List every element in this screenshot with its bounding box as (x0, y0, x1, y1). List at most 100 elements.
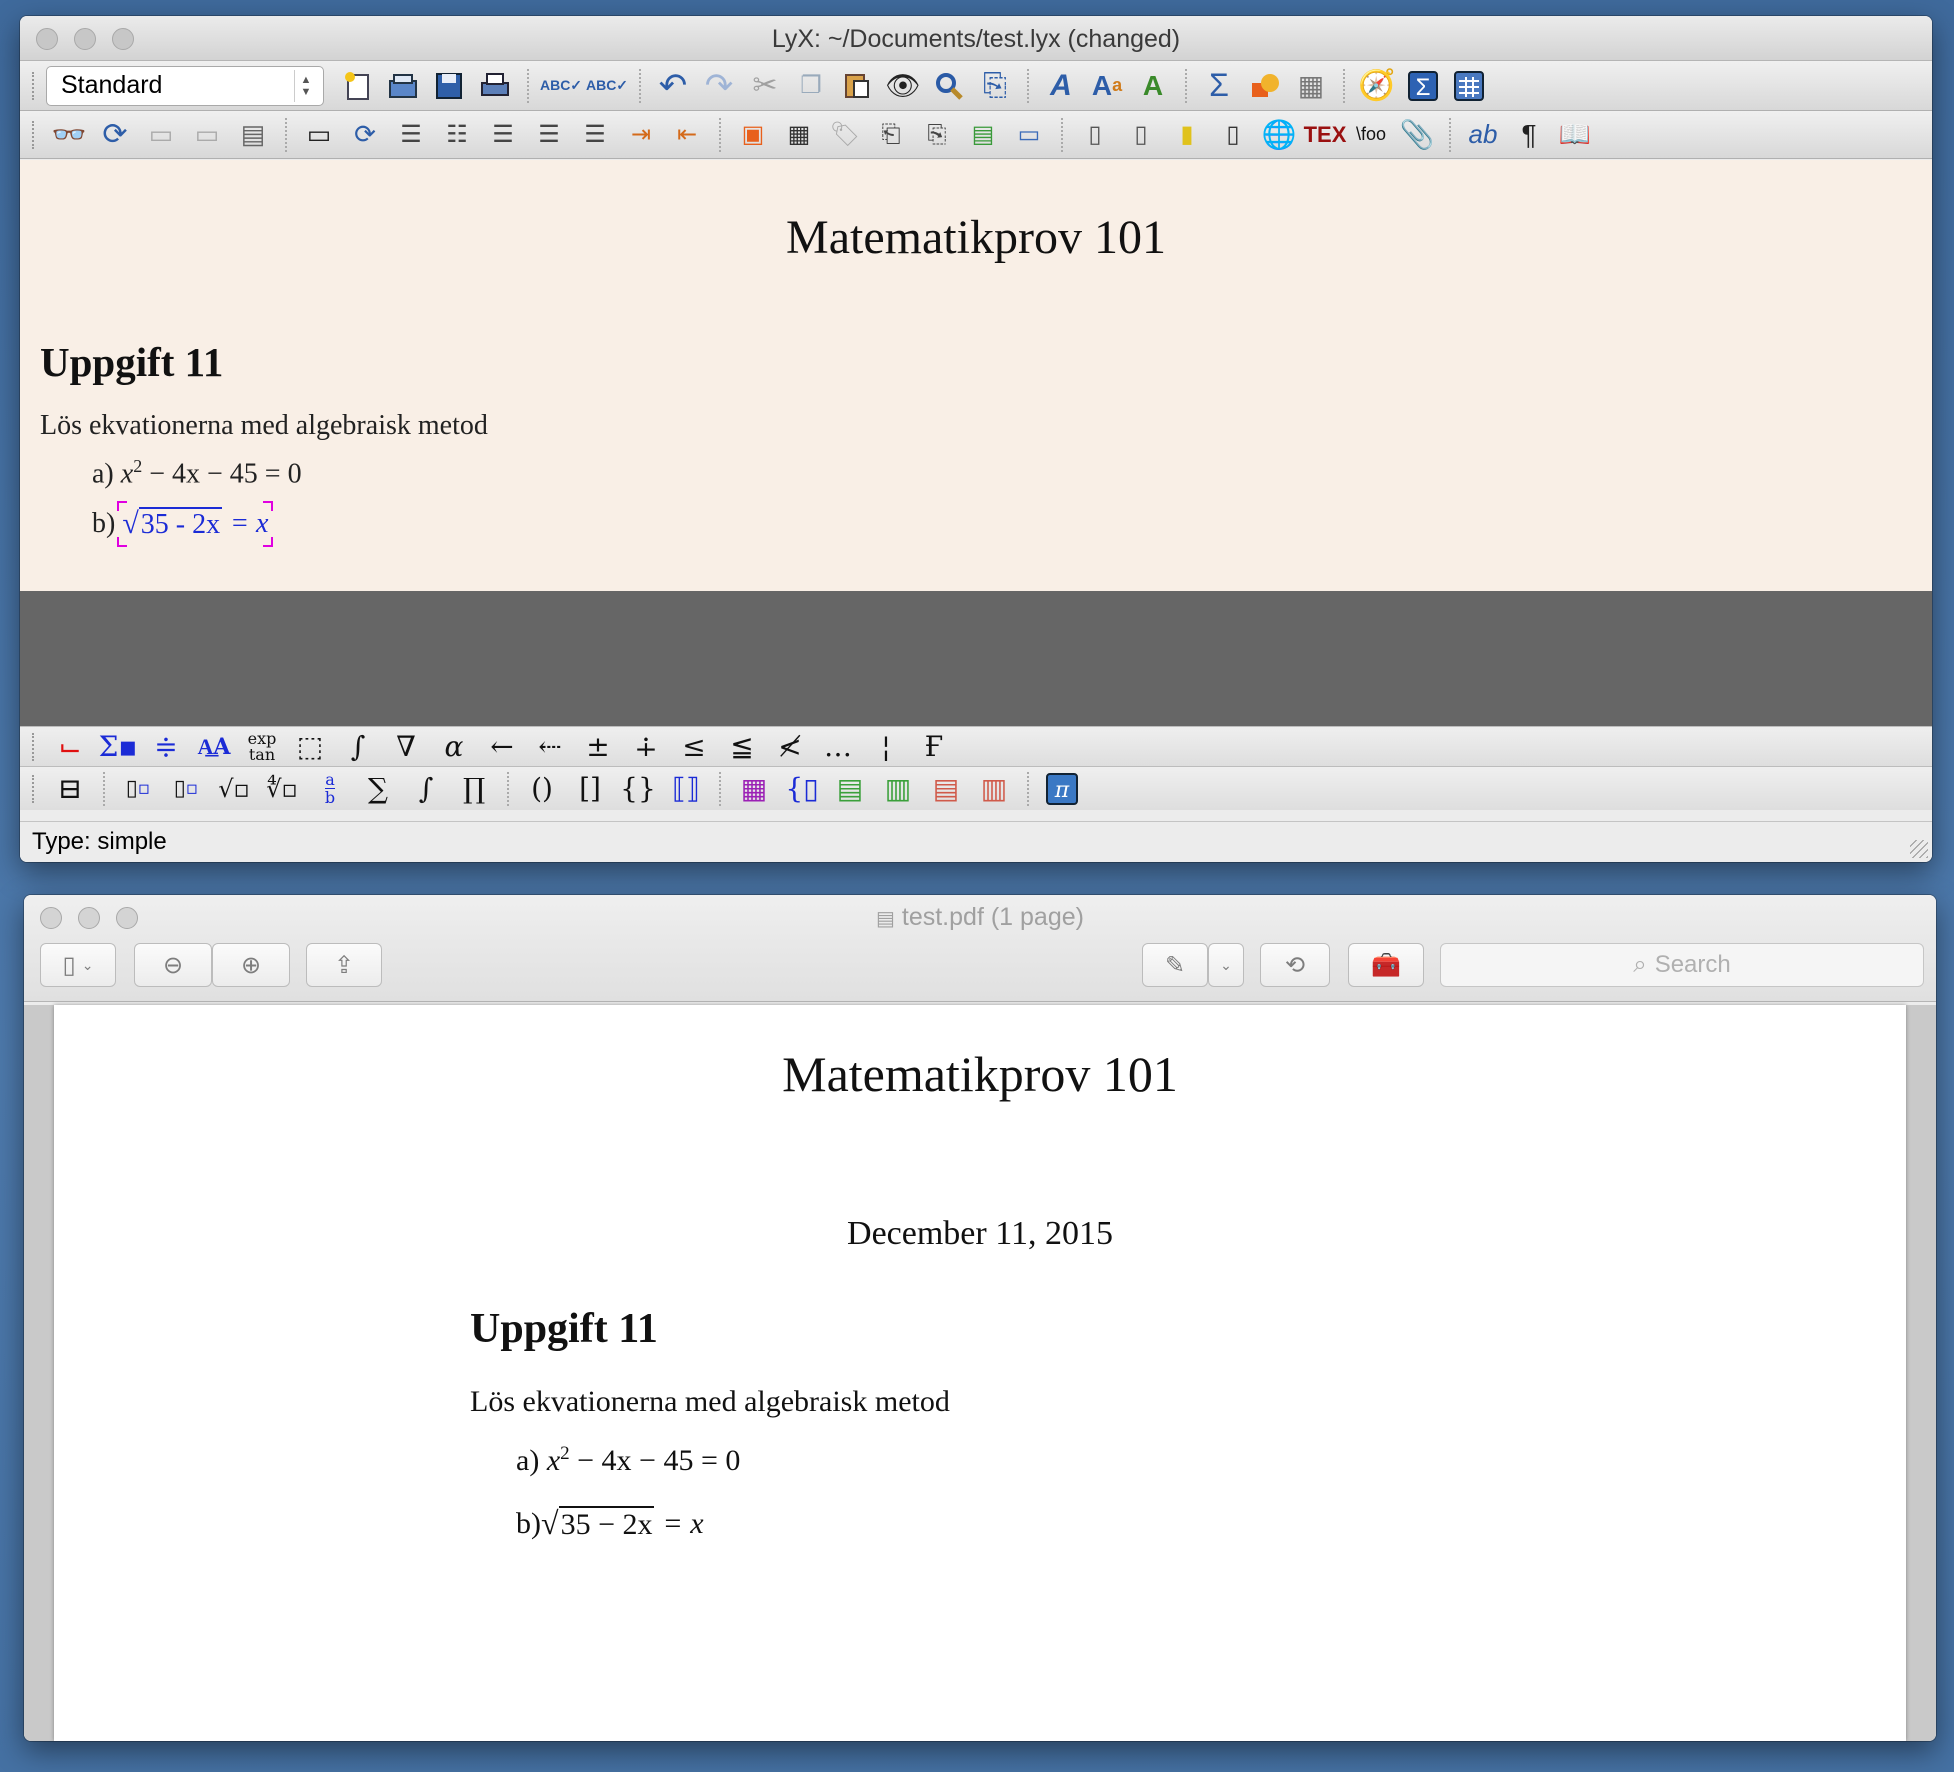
enumerate-list-icon[interactable]: ☰ (575, 115, 615, 155)
insert-table-icon[interactable]: ▦ (1291, 66, 1331, 106)
copy-icon[interactable]: ❐ (791, 66, 831, 106)
math-add-column-icon[interactable]: ▥ (878, 769, 918, 809)
description-list-icon[interactable]: ☰ (529, 115, 569, 155)
navigate-compass-icon[interactable]: 🧭 (1357, 66, 1397, 106)
math-arrow-icon[interactable]: ← (482, 727, 522, 767)
paste-icon[interactable] (837, 66, 877, 106)
table-panel-toggle-icon[interactable] (1449, 66, 1489, 106)
math-cases-icon[interactable]: {▯ (782, 769, 822, 809)
print-icon[interactable] (475, 66, 515, 106)
math-delete-row-icon[interactable]: ▤ (926, 769, 966, 809)
math-not-less-icon[interactable]: ≮ (770, 727, 810, 767)
insert-citation-icon[interactable]: ⎘ (917, 115, 957, 155)
toolbox-button[interactable]: 🧰 (1348, 943, 1424, 987)
math-panel-toggle-icon[interactable]: Σ (1403, 66, 1443, 106)
numbered-list-icon[interactable]: ☷ (437, 115, 477, 155)
find-binoculars-icon[interactable]: 👁 (883, 66, 923, 106)
math-decoration-icon[interactable]: ⬚ (290, 727, 330, 767)
change-font-icon[interactable]: A (1133, 66, 1173, 106)
math-delete-column-icon[interactable]: ▥ (974, 769, 1014, 809)
math-dotted-plus-icon[interactable]: ∔ (626, 727, 666, 767)
sidebar-toggle-button[interactable]: ▯ ⌄ (40, 943, 116, 987)
undo-icon[interactable]: ↶ (653, 66, 693, 106)
update-master-icon[interactable]: ▭ (187, 115, 227, 155)
zoom-out-button[interactable]: ⊖ (134, 943, 212, 987)
math-delimiters-icon[interactable]: ⟦⟧ (666, 769, 706, 809)
view-icon[interactable]: 👓 (49, 115, 89, 155)
insert-cross-ref-icon[interactable]: ⎗ (871, 115, 911, 155)
bullet-list-icon[interactable]: ☰ (483, 115, 523, 155)
new-document-icon[interactable] (337, 66, 377, 106)
spellcheck-icon[interactable]: ABC✓ (540, 66, 582, 106)
insert-note-icon[interactable]: ▮ (1167, 115, 1207, 155)
insert-index-icon[interactable]: ▤ (963, 115, 1003, 155)
math-macro-icon[interactable]: Σ▪ (98, 727, 138, 767)
thesaurus-icon[interactable]: ab (1463, 115, 1503, 155)
insert-float-figure-icon[interactable]: ▣ (733, 115, 773, 155)
math-fraction-icon[interactable]: a b (310, 769, 350, 809)
align-justify-icon[interactable]: ☰ (391, 115, 431, 155)
insert-box-icon[interactable]: ▯ (1213, 115, 1253, 155)
math-less-eqq-icon[interactable]: ≦ (722, 727, 762, 767)
math-mode-icon[interactable]: ⌙ (50, 727, 90, 767)
annotate-button[interactable]: ✎ (1142, 943, 1208, 987)
rotate-button[interactable]: ⟲ (1260, 943, 1330, 987)
open-document-icon[interactable] (383, 66, 423, 106)
view-other-icon[interactable]: ▭ (299, 115, 339, 155)
insert-command-icon[interactable]: \foo (1351, 115, 1391, 155)
font-style-icon[interactable]: Aa (1087, 66, 1127, 106)
math-matrix-icon[interactable]: ▦ (734, 769, 774, 809)
export-icon[interactable]: ▤ (233, 115, 273, 155)
insert-graphics-icon[interactable] (1245, 66, 1285, 106)
math-sigma-icon[interactable]: Σ (1199, 66, 1239, 106)
annotate-menu-button[interactable]: ⌄ (1208, 943, 1244, 987)
math-subscript-icon[interactable]: ▯ ▫ (118, 769, 158, 809)
search-icon[interactable] (929, 66, 969, 106)
insert-nomenclature-icon[interactable]: ▭ (1009, 115, 1049, 155)
math-dotted-arrow-icon[interactable]: ⇠ (530, 727, 570, 767)
save-icon[interactable] (429, 66, 469, 106)
insert-hyperlink-icon[interactable]: 🌐 (1259, 115, 1299, 155)
math-pi-panel-icon[interactable]: π (1042, 769, 1082, 809)
math-integral-icon[interactable]: ∫ (406, 769, 446, 809)
insert-attachment-icon[interactable]: 📎 (1397, 115, 1437, 155)
math-plus-minus-icon[interactable]: ± (578, 727, 618, 767)
cut-icon[interactable]: ✂ (745, 66, 785, 106)
math-ams-icon[interactable]: Ғ (914, 727, 954, 767)
insert-tex-code-icon[interactable]: TEX (1304, 115, 1347, 155)
math-product-icon[interactable]: ∏ (454, 769, 494, 809)
emphasis-icon[interactable]: A (1041, 66, 1081, 106)
math-braces-icon[interactable]: {} (618, 769, 658, 809)
insert-label-icon[interactable]: 🏷 (825, 115, 865, 155)
math-font-icon[interactable]: A͟A (194, 727, 234, 767)
toolbar-grip[interactable] (32, 120, 38, 149)
zoom-in-button[interactable]: ⊕ (212, 943, 290, 987)
redo-icon[interactable]: ↷ (699, 66, 739, 106)
pdf-view[interactable]: Matematikprov 101 December 11, 2015 Uppg… (24, 1005, 1936, 1741)
math-nabla-icon[interactable]: ∇ (386, 727, 426, 767)
toolbar-grip[interactable] (32, 774, 38, 803)
update-other-icon[interactable]: ⟳ (345, 115, 385, 155)
update-icon[interactable]: ⟳ (95, 115, 135, 155)
math-spacing-icon[interactable]: ∫ (338, 727, 378, 767)
math-sum-icon[interactable]: ∑ (358, 769, 398, 809)
book-icon[interactable]: 📖 (1555, 115, 1595, 155)
depth-decrease-icon[interactable]: ⇤ (667, 115, 707, 155)
math-display-icon[interactable]: ⊟ (50, 769, 90, 809)
math-add-row-icon[interactable]: ▤ (830, 769, 870, 809)
toggle-formatting-marks-icon[interactable]: ¶ (1509, 115, 1549, 155)
math-root-icon[interactable]: ∜▫ (262, 769, 302, 809)
view-master-icon[interactable]: ▭ (141, 115, 181, 155)
toolbar-grip[interactable] (32, 732, 38, 761)
lyx-document-canvas[interactable]: Matematikprov 101 Uppgift 11 Lös ekvatio… (20, 160, 1932, 591)
math-less-equal-icon[interactable]: ≤ (674, 727, 714, 767)
spellcheck-continuous-icon[interactable]: ABC✓ (586, 66, 628, 106)
insert-float-table-icon[interactable]: ▦ (779, 115, 819, 155)
depth-increase-icon[interactable]: ⇥ (621, 115, 661, 155)
math-stackrel-icon[interactable]: ≑ (146, 727, 186, 767)
math-inset[interactable]: √ 35 - 2x = x (117, 501, 274, 547)
share-button[interactable]: ⇪ (306, 943, 382, 987)
goto-icon[interactable]: ⎘ (975, 66, 1015, 106)
resize-grip-icon[interactable] (1910, 840, 1928, 858)
math-brackets-icon[interactable]: [] (570, 769, 610, 809)
